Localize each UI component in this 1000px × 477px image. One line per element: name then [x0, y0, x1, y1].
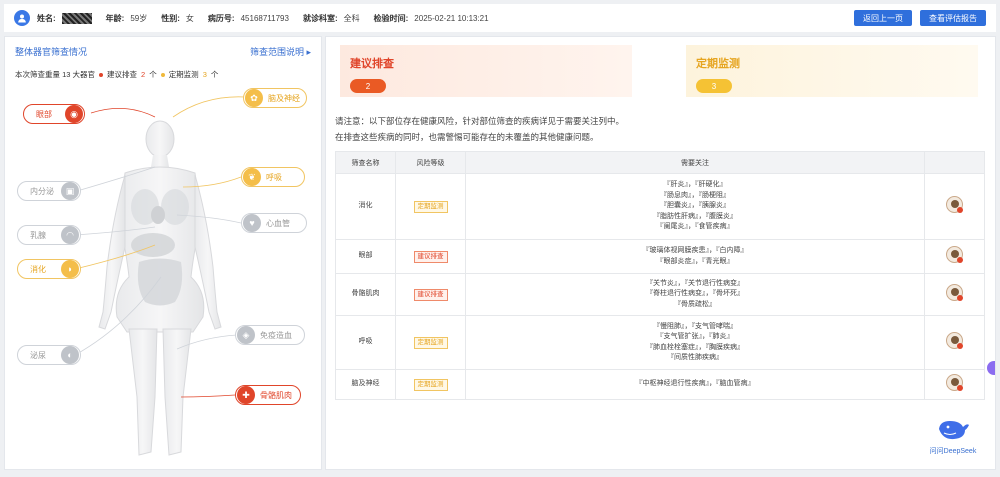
side-drawer-handle[interactable]	[987, 361, 995, 375]
organ-tag-respiratory[interactable]: ❦ 呼吸	[241, 167, 305, 187]
patient-name: 姓名:	[37, 12, 92, 24]
ai-doctor-icon[interactable]	[946, 331, 963, 349]
table-row: 消化 定期监测 『肝炎』，『肝硬化』 『肠息肉』，『肠梗阻』 『胆囊炎』，『胰腺…	[335, 173, 985, 240]
risk-badge: 定期监测	[413, 200, 448, 213]
suggest-card-title: 建议排查	[350, 58, 394, 70]
organ-tag-urinary[interactable]: 泌尿 ◐	[17, 345, 81, 365]
organ-tag-brain[interactable]: ✿ 脑及神经	[243, 88, 307, 108]
patient-dept: 就诊科室: 全科	[302, 13, 360, 23]
risk-notice: 请注意：以下部位存在健康风险，针对部位筛查的疾病详见于需要关注列中。 在排查这些…	[335, 116, 625, 142]
lung-icon: ❦	[243, 168, 261, 186]
organ-tag-musculoskeletal[interactable]: ✚ 骨骼肌肉	[235, 385, 301, 405]
redacted-name	[61, 12, 92, 24]
ai-doctor-icon[interactable]	[946, 195, 963, 213]
risk-badge: 建议排查	[413, 250, 448, 263]
table-row: 脑及神经 定期监测 『中枢神经退行性疾病』，『脑血管病』	[335, 369, 985, 400]
col-header-risk: 风险等级	[395, 151, 466, 174]
deepseek-whale-icon	[939, 421, 969, 440]
heart-icon: ♥	[243, 214, 261, 232]
col-header-action	[924, 151, 985, 174]
organ-tag-endocrine[interactable]: 内分泌 ▣	[17, 181, 81, 201]
risk-badge: 定期监测	[413, 378, 448, 391]
organ-tag-breast[interactable]: 乳腺 ◠	[17, 225, 81, 245]
organ-tag-eye[interactable]: 眼部 ◉	[23, 104, 85, 124]
user-avatar-icon	[14, 10, 30, 26]
table-row: 呼吸 定期监测 『慢阻肺』，『支气管哮喘』 『支气管扩张』，『肺炎』 『肺血栓栓…	[335, 315, 985, 370]
organ-tag-immune[interactable]: ◈ 免疫造血	[235, 325, 305, 345]
organ-overview-panel: 整体器官筛查情况 筛查范围说明 ▸ 本次筛查重量 13 大器官 建议排查 2 个 定…	[4, 36, 322, 470]
organ-tag-cardiovascular[interactable]: ♥ 心血管	[241, 213, 307, 233]
blood-icon: ◈	[237, 326, 255, 344]
stomach-icon: ◗	[61, 260, 79, 278]
col-header-name: 筛查名称	[335, 151, 396, 174]
organ-tag-digestive[interactable]: 消化 ◗	[17, 259, 81, 279]
risk-badge: 定期监测	[413, 336, 448, 349]
monitor-count-badge: 3	[696, 79, 732, 93]
suggest-card[interactable]: 建议排查 2	[340, 45, 632, 97]
risk-badge: 建议排查	[413, 288, 448, 301]
breast-icon: ◠	[61, 226, 79, 244]
brain-icon: ✿	[245, 89, 263, 107]
bone-icon: ✚	[237, 386, 255, 404]
table-row: 眼部 建议排查 『玻璃体视网膜疾患』，『白内障』 『眼部炎症』，『青光眼』	[335, 239, 985, 274]
ask-deepseek-button[interactable]: 问问DeepSeek	[928, 417, 978, 456]
patient-header: 姓名: 年龄: 59岁 性别: 女 病历号: 45168711793 就诊科室: 全科 …	[4, 4, 996, 32]
eye-icon: ◉	[65, 105, 83, 123]
patient-age: 年龄: 59岁	[105, 13, 148, 23]
patient-sex: 性别: 女	[161, 13, 194, 23]
ai-doctor-icon[interactable]	[946, 283, 963, 301]
monitor-card-title: 定期监测	[696, 58, 740, 70]
kidney-icon: ◐	[61, 346, 79, 364]
back-button[interactable]: 返回上一页	[854, 10, 912, 26]
patient-record: 病历号: 45168711793	[207, 13, 289, 23]
table-row: 骨骼肌肉 建议排查 『关节炎』，『关节退行性病变』 『脊柱退行性病变』，『骨坏死…	[335, 273, 985, 316]
view-report-button[interactable]: 查看评估报告	[920, 10, 986, 26]
ai-doctor-icon[interactable]	[946, 373, 963, 391]
risk-detail-panel: 建议排查 2 定期监测 3 请注意：以下部位存在健康风险，针对部位筛查的疾病详见…	[325, 36, 996, 470]
suggest-count-badge: 2	[350, 79, 386, 93]
endocrine-icon: ▣	[61, 182, 79, 200]
col-header-attention: 需要关注	[465, 151, 925, 174]
risk-table: 筛查名称 风险等级 需要关注 消化 定期监测 『肝炎』，『肝硬化』 『肠息肉』，…	[335, 151, 985, 400]
ai-doctor-icon[interactable]	[946, 245, 963, 263]
monitor-card[interactable]: 定期监测 3	[686, 45, 978, 97]
exam-time: 检验时间: 2025-02-21 10:13:21	[373, 13, 489, 23]
